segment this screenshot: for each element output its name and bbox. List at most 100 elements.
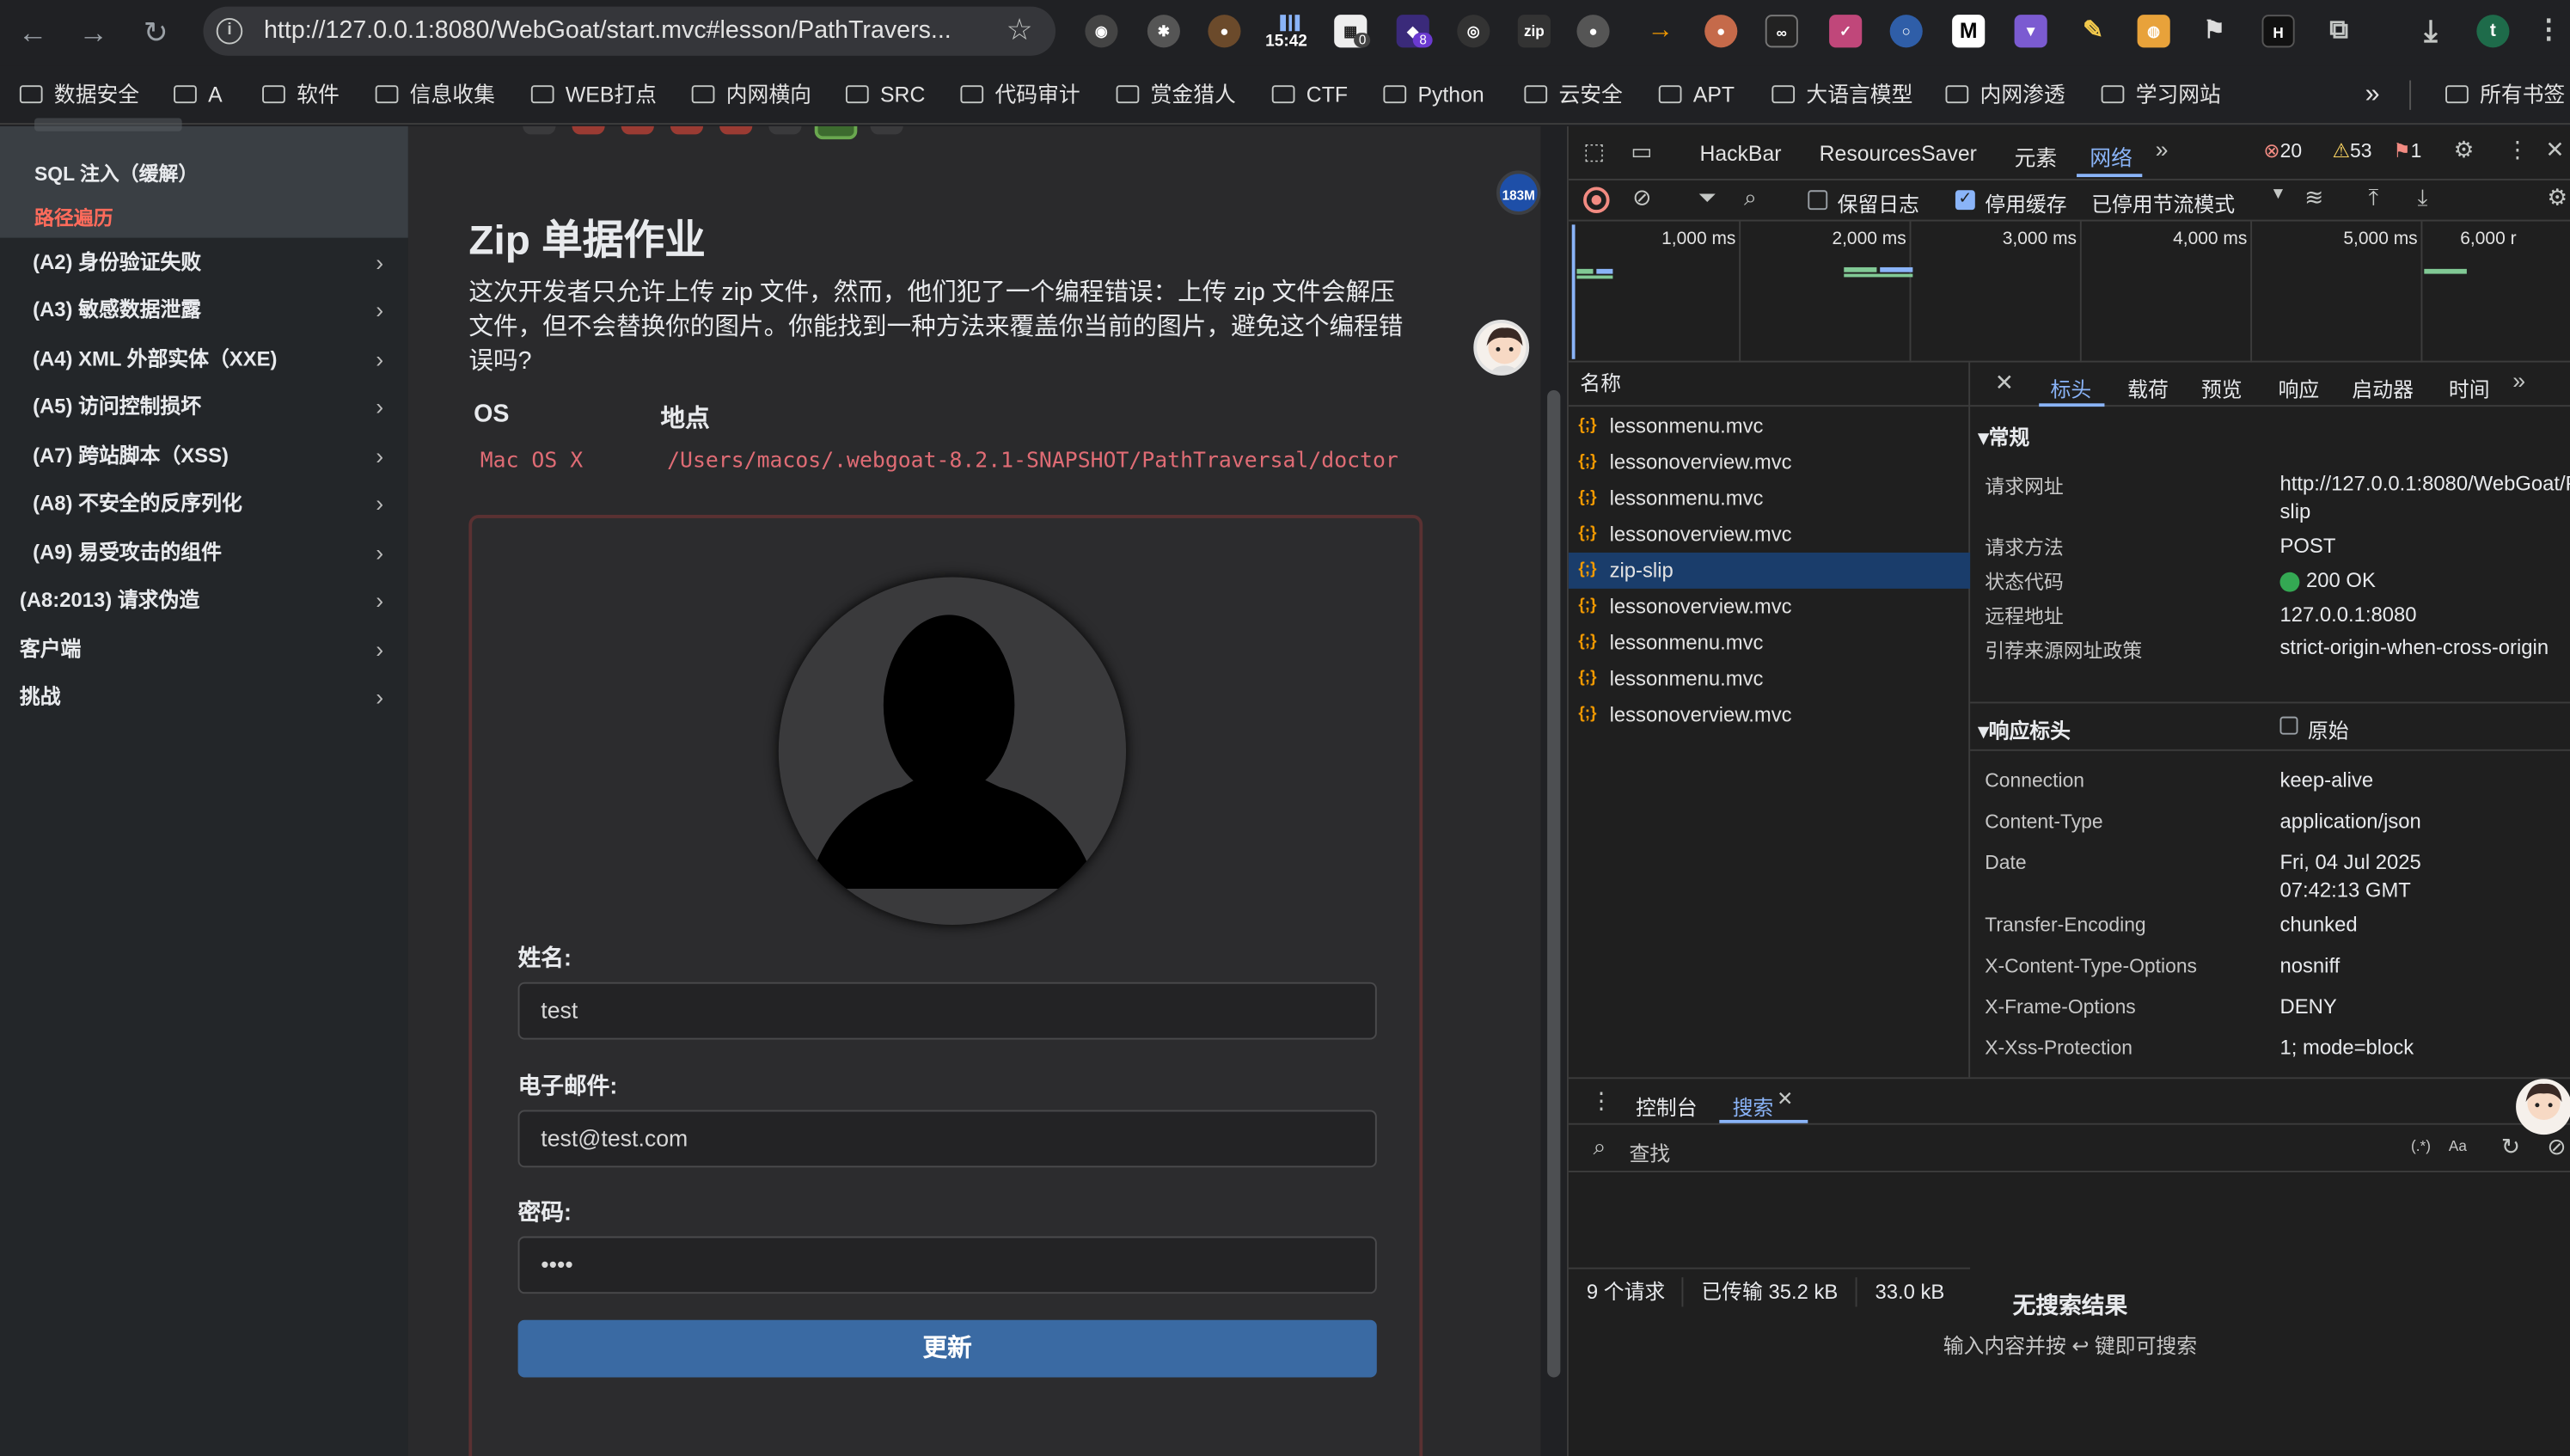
url-text[interactable]: http://127.0.0.1:8080/WebGoat/start.mvc#… xyxy=(264,7,985,56)
column-header-name[interactable]: 名称 xyxy=(1568,363,1971,407)
tab-payload[interactable]: 载荷 xyxy=(2127,372,2169,403)
tab-elements[interactable]: 元素 xyxy=(2015,141,2058,172)
sidebar-subitem[interactable]: SQL 注入（缓解） xyxy=(34,159,198,187)
bookmark-folder[interactable]: A xyxy=(174,65,223,125)
bookmark-folder[interactable]: 信息收集 xyxy=(375,65,495,125)
search-icon[interactable]: ⌕ xyxy=(1744,184,1757,211)
throttling-select[interactable]: 已停用节流模式 xyxy=(2091,187,2235,217)
page-scrollbar[interactable] xyxy=(1547,390,1561,1378)
bookmark-folder[interactable]: 云安全 xyxy=(1524,65,1623,125)
request-row[interactable]: {;} lessonoverview.mvc xyxy=(1569,517,1970,553)
settings-gear-icon[interactable]: ⚙ xyxy=(2454,136,2475,163)
request-row[interactable]: {;} lessonoverview.mvc xyxy=(1569,697,1970,733)
more-tabs-icon[interactable]: » xyxy=(2512,367,2525,394)
filter-icon[interactable]: ⏷ xyxy=(1698,184,1716,211)
bookmark-star-icon[interactable]: ☆ xyxy=(1007,13,1033,47)
network-settings-icon[interactable]: ⚙ xyxy=(2547,184,2567,211)
warning-count[interactable]: ⚠53 xyxy=(2333,139,2372,162)
tab-timing[interactable]: 时间 xyxy=(2449,372,2490,403)
clock-extension-icon[interactable]: 15:42 xyxy=(1265,9,1311,55)
bookmark-folder[interactable]: 代码审计 xyxy=(960,65,1080,125)
extension-icon[interactable]: ⚑ xyxy=(2198,15,2230,47)
bookmark-folder[interactable]: CTF xyxy=(1271,65,1348,125)
bookmark-folder[interactable]: 内网横向 xyxy=(691,65,811,125)
password-input[interactable]: •••• xyxy=(517,1236,1377,1294)
arrow-extension-icon[interactable]: → xyxy=(1644,15,1677,47)
refresh-icon[interactable]: ↻ xyxy=(2501,1133,2520,1160)
memory-badge[interactable]: 183M xyxy=(1496,170,1541,215)
extension-icon[interactable]: ✎ xyxy=(2077,15,2109,47)
extension-icon[interactable]: ✱ xyxy=(1147,15,1180,48)
tab-console[interactable]: 控制台 xyxy=(1636,1091,1698,1122)
bookmark-folder[interactable]: 大语言模型 xyxy=(1771,65,1912,125)
email-input[interactable]: test@test.com xyxy=(517,1110,1377,1168)
extension-icon[interactable]: ▼ xyxy=(2014,15,2047,48)
bookmark-folder[interactable]: 内网渗透 xyxy=(1945,65,2065,125)
bookmark-folder[interactable]: SRC xyxy=(845,65,925,125)
import-har-icon[interactable]: ⤒ xyxy=(2368,184,2378,211)
bookmark-folder[interactable]: WEB打点 xyxy=(530,65,657,125)
extension-icon[interactable]: ✓ xyxy=(1829,15,1863,48)
sidebar-item[interactable]: 挑战 › xyxy=(0,674,408,721)
bookmark-folder[interactable]: 学习网站 xyxy=(2101,65,2221,125)
assistant-avatar[interactable] xyxy=(1473,320,1530,376)
tab-headers[interactable]: 标头 xyxy=(2051,372,2092,403)
tab-response[interactable]: 响应 xyxy=(2279,372,2320,403)
extension-icon[interactable]: ◉ xyxy=(1085,15,1118,48)
bookmark-folder[interactable]: Python xyxy=(1383,65,1484,125)
drawer-menu-icon[interactable]: ⋮ xyxy=(1590,1087,1613,1115)
export-har-icon[interactable]: ⤓ xyxy=(2418,184,2428,211)
reload-icon[interactable]: ↻ xyxy=(136,13,175,52)
tab-search[interactable]: 搜索 xyxy=(1733,1091,1774,1122)
extension-icon[interactable]: ◎ xyxy=(1457,15,1490,48)
tab-hackbar[interactable]: HackBar xyxy=(1699,141,1781,166)
request-row[interactable]: {;} lessonmenu.mvc xyxy=(1569,408,1970,444)
update-button[interactable]: 更新 xyxy=(517,1319,1377,1378)
error-count[interactable]: ⊗20 xyxy=(2263,139,2302,162)
close-devtools-icon[interactable]: ✕ xyxy=(2545,136,2564,163)
device-toolbar-icon[interactable]: ▭ xyxy=(1631,138,1652,165)
disable-cache-checkbox[interactable]: ✓ xyxy=(1955,190,1975,211)
sidebar-subitem-active[interactable]: 路径遍历 xyxy=(34,204,113,231)
tab-preview[interactable]: 预览 xyxy=(2201,372,2243,403)
raw-checkbox[interactable] xyxy=(2279,716,2298,735)
regex-toggle[interactable]: (.*) xyxy=(2411,1138,2431,1154)
extension-icon[interactable]: ● xyxy=(1576,15,1610,48)
puzzle-icon[interactable]: ⧉ xyxy=(2322,15,2355,47)
close-tab-icon[interactable]: ✕ xyxy=(1777,1087,1793,1110)
bookmark-folder[interactable]: APT xyxy=(1658,65,1735,125)
sidebar-item[interactable]: (A8) 不安全的反序列化 › xyxy=(0,480,408,528)
request-row[interactable]: {;} lessonmenu.mvc xyxy=(1569,661,1970,697)
extension-icon[interactable]: ○ xyxy=(1889,15,1923,48)
bookmark-folder[interactable]: 赏金猎人 xyxy=(1116,65,1236,125)
sidebar-item[interactable]: (A2) 身份验证失败 › xyxy=(0,240,408,287)
download-icon[interactable]: ⤓ xyxy=(2414,15,2447,47)
sidebar-item[interactable]: (A3) 敏感数据泄露 › xyxy=(0,287,408,334)
close-details-icon[interactable]: ✕ xyxy=(1995,369,2014,396)
network-conditions-icon[interactable]: ≋ xyxy=(2304,184,2323,211)
general-section-header[interactable]: ▾常规 xyxy=(1979,419,2030,450)
bookmarks-overflow[interactable]: » xyxy=(2365,65,2380,125)
match-case-toggle[interactable]: Aa xyxy=(2449,1138,2467,1154)
request-row[interactable]: {;} lessonoverview.mvc xyxy=(1569,444,1970,480)
sidebar-item[interactable]: (A5) 访问控制损坏 › xyxy=(0,383,408,431)
sidebar-item[interactable]: (A8:2013) 请求伪造 › xyxy=(0,578,408,625)
medium-extension-icon[interactable]: M xyxy=(1952,15,1986,48)
sidebar-item[interactable]: (A4) XML 外部实体（XXE) › xyxy=(0,336,408,383)
tab-resourcessaver[interactable]: ResourcesSaver xyxy=(1820,141,1977,166)
menu-icon[interactable]: ⋮ xyxy=(2532,15,2565,47)
issue-count[interactable]: ⚑1 xyxy=(2393,139,2421,162)
all-bookmarks[interactable]: 所有书签 xyxy=(2445,65,2565,125)
request-row[interactable]: {;} lessonmenu.mvc xyxy=(1569,625,1970,661)
clear-search-icon[interactable]: ⊘ xyxy=(2547,1133,2566,1160)
sidebar-item[interactable]: (A9) 易受攻击的组件 › xyxy=(0,529,408,577)
extension-icon[interactable]: ◍ xyxy=(2137,15,2170,48)
request-row-selected[interactable]: {;} zip-slip xyxy=(1568,552,1971,589)
back-icon[interactable]: ← xyxy=(13,13,52,52)
extension-icon[interactable]: ∞ xyxy=(1765,15,1798,48)
tab-network[interactable]: 网络 xyxy=(2090,141,2132,172)
network-overview-timeline[interactable]: 1,000 ms 2,000 ms 3,000 ms 4,000 ms 5,00… xyxy=(1568,221,2570,363)
search-input[interactable]: 查找 xyxy=(1629,1136,1670,1167)
kebab-menu-icon[interactable]: ⋮ xyxy=(2506,136,2530,163)
sidebar-item[interactable]: 客户端 › xyxy=(0,627,408,674)
